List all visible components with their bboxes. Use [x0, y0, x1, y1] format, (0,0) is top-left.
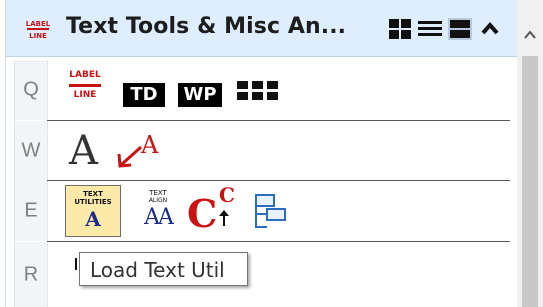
row-key: E	[15, 181, 48, 241]
text-utilities-tool[interactable]: TEXT UTILITIES A	[65, 185, 121, 237]
change-case-small-letter: C	[219, 183, 235, 207]
leader-text-letter: A	[141, 131, 159, 159]
label-line-tool[interactable]: LABEL LINE	[67, 70, 103, 104]
place-text-tool[interactable]: A	[69, 126, 98, 176]
panel-header[interactable]: LABEL LINE Text Tools & Misc An...	[6, 0, 518, 57]
text-align-label-1: TEXT	[149, 189, 167, 197]
list-view-icon[interactable]	[416, 16, 444, 42]
label-line-bar	[69, 84, 101, 87]
change-case-tool[interactable]: C C	[187, 183, 245, 239]
collapse-chevron-icon[interactable]	[476, 16, 504, 42]
td-tool-button[interactable]: TD	[123, 83, 165, 107]
text-utilities-label-2: UTILITIES	[74, 198, 112, 206]
scrollbar-thumb[interactable]	[522, 56, 538, 307]
up-arrow-icon	[219, 210, 229, 226]
label-line-icon: LABEL LINE	[26, 20, 50, 40]
tooltip: Load Text Util	[79, 252, 248, 286]
row-key: Q	[15, 60, 48, 120]
text-leader-tool[interactable]: A	[115, 131, 171, 173]
text-utilities-label-1: TEXT	[83, 190, 103, 198]
text-utilities-letter: A	[85, 207, 101, 231]
vertical-scrollbar[interactable]	[517, 0, 543, 307]
tool-row-e: E TEXT UTILITIES A TEXT ALIGN AA C C	[15, 181, 510, 241]
row-key: R	[15, 242, 48, 307]
tool-row-q: Q LABEL LINE TD WP	[15, 60, 510, 120]
grid-view-icon[interactable]	[386, 16, 414, 42]
tool-row-w: W A A	[15, 121, 510, 181]
panel-title: Text Tools & Misc An...	[66, 14, 347, 39]
wp-tool-button[interactable]: WP	[178, 83, 222, 107]
large-view-icon[interactable]	[446, 16, 474, 42]
row-key: W	[15, 121, 48, 181]
hierarchy-tool-icon[interactable]	[251, 193, 289, 231]
text-align-label-2: ALIGN	[148, 197, 168, 204]
svg-text:LINE: LINE	[29, 32, 47, 40]
label-line-bottom-text: LINE	[73, 90, 97, 100]
text-align-letters: AA	[144, 205, 174, 230]
svg-text:LABEL: LABEL	[26, 20, 50, 28]
label-line-top-text: LABEL	[69, 70, 101, 80]
grid-tool-icon[interactable]	[237, 81, 279, 109]
scroll-up-arrow-icon[interactable]	[523, 30, 537, 40]
text-align-tool[interactable]: TEXT ALIGN AA	[133, 185, 183, 237]
change-case-big-letter: C	[187, 191, 218, 236]
